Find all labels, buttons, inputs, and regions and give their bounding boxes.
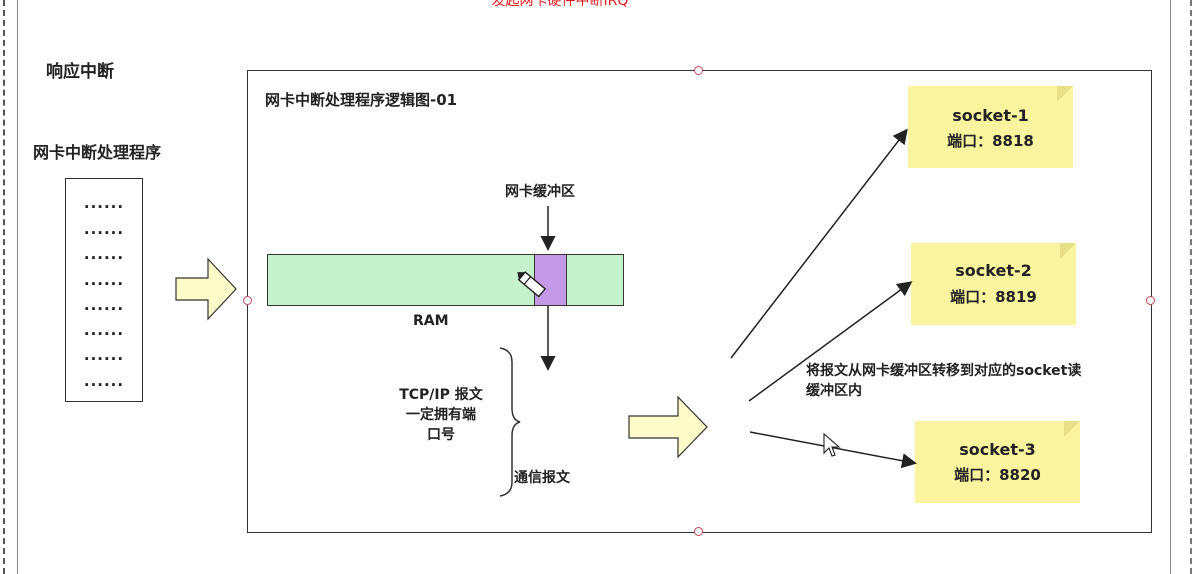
- mouse-pointer-icon: [823, 432, 841, 457]
- arrow-to-socket-2: [748, 281, 913, 402]
- block-arrow-right-icon: [175, 257, 237, 321]
- curly-brace: [499, 347, 521, 497]
- pen-cursor-icon: [517, 271, 547, 298]
- arrow-to-socket-1: [730, 128, 908, 359]
- connector-layer: [175, 128, 917, 497]
- block-arrow-right-icon: [628, 395, 708, 459]
